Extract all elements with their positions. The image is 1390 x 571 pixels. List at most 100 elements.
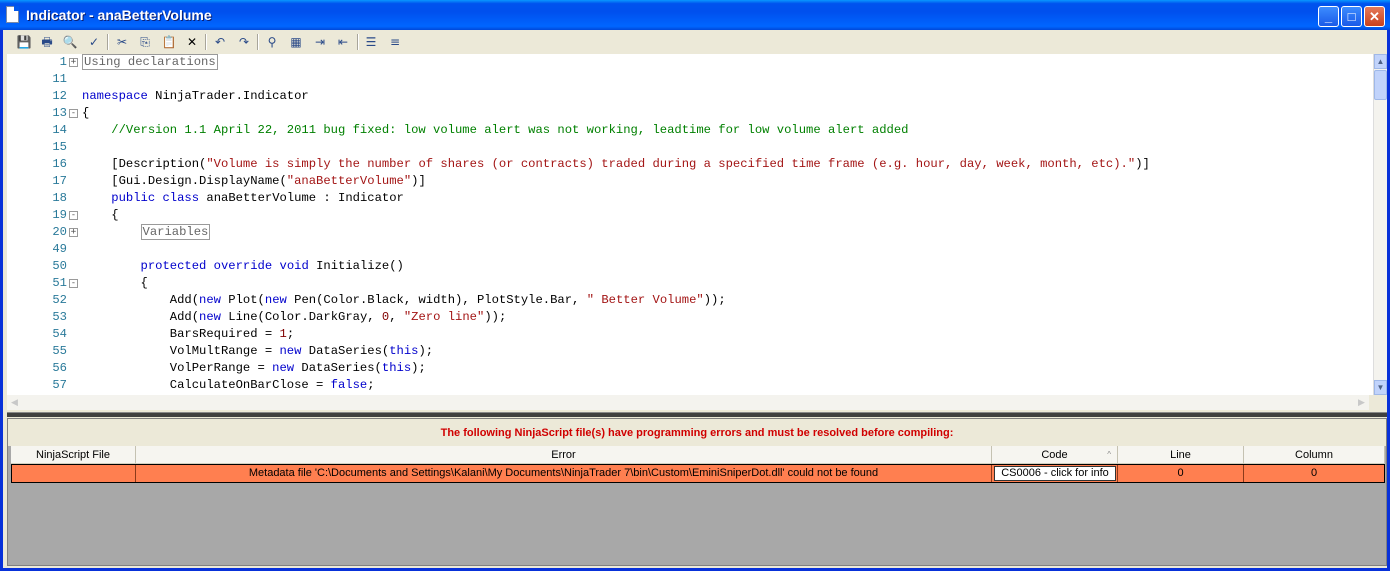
cut-icon[interactable]: ✂: [113, 33, 131, 51]
save-icon[interactable]: 💾: [15, 33, 33, 51]
column-header-file[interactable]: NinjaScript File: [11, 446, 136, 464]
column-header-error[interactable]: Error: [136, 446, 992, 464]
error-code-cell: CS0006 - click for info: [992, 465, 1118, 482]
toolbar: 💾 🖶 🔍 ✓ ✂ ⎘ 📋 ✕ ↶ ↷ ⚲ ▦ ⇥ ⇤ ☰ ≡: [3, 30, 1387, 54]
code-text: {: [82, 276, 148, 290]
error-row[interactable]: Metadata file 'C:\Documents and Settings…: [11, 464, 1385, 483]
code-text: {: [82, 208, 119, 222]
line-number: 16: [52, 157, 67, 171]
vertical-scrollbar[interactable]: ▲ ▼: [1373, 54, 1387, 395]
print-icon[interactable]: 🖶: [38, 33, 56, 51]
code-text: [Description("Volume is simply the numbe…: [82, 157, 1150, 171]
line-number: 14: [52, 123, 67, 137]
scroll-right-icon[interactable]: ▶: [1354, 395, 1369, 410]
error-header: The following NinjaScript file(s) have p…: [8, 419, 1386, 446]
code-text: Variables: [140, 224, 211, 240]
outdent-icon[interactable]: ⇤: [334, 33, 352, 51]
code-info-button[interactable]: CS0006 - click for info: [994, 466, 1116, 481]
code-text: {: [82, 106, 90, 120]
code-text: VolPerRange = new DataSeries(this);: [82, 361, 426, 375]
replace-icon[interactable]: ▦: [287, 33, 305, 51]
code-line[interactable]: 50 protected override void Initialize(): [7, 258, 1373, 275]
sort-arrow-icon: ^: [1107, 450, 1111, 459]
column-header-column[interactable]: Column: [1244, 446, 1385, 464]
indent-icon[interactable]: ⇥: [311, 33, 329, 51]
window-title: Indicator - anaBetterVolume: [26, 7, 212, 23]
line-number: 50: [52, 259, 67, 273]
minimize-button[interactable]: _: [1318, 6, 1339, 27]
code-line[interactable]: 51- {: [7, 275, 1373, 292]
code-line[interactable]: 56 VolPerRange = new DataSeries(this);: [7, 360, 1373, 377]
line-number: 18: [52, 191, 67, 205]
column-header-line[interactable]: Line: [1118, 446, 1244, 464]
code-editor[interactable]: 1 + Using declarations 11 12 namespace NinjaT…: [7, 54, 1387, 395]
line-number: 52: [52, 293, 67, 307]
line-number: 55: [52, 344, 67, 358]
code-line[interactable]: 12 namespace NinjaTrader.Indicator: [7, 88, 1373, 105]
code-text: namespace NinjaTrader.Indicator: [82, 89, 309, 103]
maximize-button[interactable]: □: [1341, 6, 1362, 27]
line-number: 56: [52, 361, 67, 375]
code-line[interactable]: 55 VolMultRange = new DataSeries(this);: [7, 343, 1373, 360]
line-number: 49: [52, 242, 67, 256]
error-file-cell: [12, 465, 136, 482]
line-number: 15: [52, 140, 67, 154]
line-number: 54: [52, 327, 67, 341]
line-number: 13: [52, 106, 67, 120]
error-message: The following NinjaScript file(s) have p…: [440, 427, 954, 439]
copy-icon[interactable]: ⎘: [136, 33, 154, 51]
line-number: 53: [52, 310, 67, 324]
code-editor-window: Indicator - anaBetterVolume _ □ ✕ 💾 🖶 🔍 …: [0, 0, 1390, 571]
check-icon[interactable]: ✓: [85, 33, 103, 51]
redo-icon[interactable]: ↷: [235, 33, 253, 51]
line-number: 1: [59, 55, 67, 69]
code-line[interactable]: 53 Add(new Line(Color.DarkGray, 0, "Zero…: [7, 309, 1373, 326]
code-line[interactable]: 14 //Version 1.1 April 22, 2011 bug fixe…: [7, 122, 1373, 139]
scroll-left-icon[interactable]: ◀: [7, 395, 22, 410]
line-number: 12: [52, 89, 67, 103]
code-line[interactable]: 18 public class anaBetterVolume : Indica…: [7, 190, 1373, 207]
line-number: 20: [52, 225, 67, 239]
close-button[interactable]: ✕: [1364, 6, 1385, 27]
print-preview-icon[interactable]: 🔍: [61, 33, 79, 51]
code-text: BarsRequired = 1;: [82, 327, 295, 341]
comment-icon[interactable]: ☰: [362, 33, 380, 51]
expand-icon[interactable]: +: [69, 58, 78, 67]
title-bar[interactable]: Indicator - anaBetterVolume _ □ ✕: [0, 0, 1390, 30]
line-number: 57: [52, 378, 67, 392]
uncomment-icon[interactable]: ≡: [386, 33, 404, 51]
code-line[interactable]: 13-{: [7, 105, 1373, 122]
code-line[interactable]: 57 CalculateOnBarClose = false;: [7, 377, 1373, 394]
scroll-down-icon[interactable]: ▼: [1374, 380, 1387, 395]
code-text: Add(new Line(Color.DarkGray, 0, "Zero li…: [82, 310, 507, 324]
collapse-icon[interactable]: -: [69, 211, 78, 220]
code-line[interactable]: 20 + Variables: [7, 224, 1373, 241]
code-line[interactable]: 49: [7, 241, 1373, 258]
code-line[interactable]: 16 [Description("Volume is simply the nu…: [7, 156, 1373, 173]
undo-icon[interactable]: ↶: [211, 33, 229, 51]
code-line[interactable]: 52 Add(new Plot(new Pen(Color.Black, wid…: [7, 292, 1373, 309]
expand-icon[interactable]: +: [69, 228, 78, 237]
line-number: 51: [52, 276, 67, 290]
code-line[interactable]: 17 [Gui.Design.DisplayName("anaBetterVol…: [7, 173, 1373, 190]
paste-icon[interactable]: 📋: [160, 33, 178, 51]
code-line[interactable]: 15: [7, 139, 1373, 156]
code-line[interactable]: 11: [7, 71, 1373, 88]
code-text: [Gui.Design.DisplayName("anaBetterVolume…: [82, 174, 426, 188]
error-list-panel: The following NinjaScript file(s) have p…: [7, 418, 1387, 566]
code-line[interactable]: 1 + Using declarations: [7, 54, 1373, 71]
error-column-cell: 0: [1310, 467, 1318, 479]
code-text: public class anaBetterVolume : Indicator: [111, 191, 404, 205]
delete-icon[interactable]: ✕: [183, 33, 201, 51]
scroll-thumb[interactable]: [1374, 70, 1387, 100]
find-icon[interactable]: ⚲: [263, 33, 281, 51]
collapse-icon[interactable]: -: [69, 279, 78, 288]
code-line[interactable]: 54 BarsRequired = 1;: [7, 326, 1373, 343]
code-line[interactable]: 19- {: [7, 207, 1373, 224]
column-header-code[interactable]: Code ^: [992, 446, 1118, 464]
horizontal-scrollbar[interactable]: ◀ ▶: [7, 395, 1369, 410]
panel-splitter[interactable]: [7, 412, 1387, 417]
collapse-icon[interactable]: -: [69, 109, 78, 118]
scroll-up-icon[interactable]: ▲: [1374, 54, 1387, 69]
code-text: VolMultRange = new DataSeries(this);: [82, 344, 434, 358]
